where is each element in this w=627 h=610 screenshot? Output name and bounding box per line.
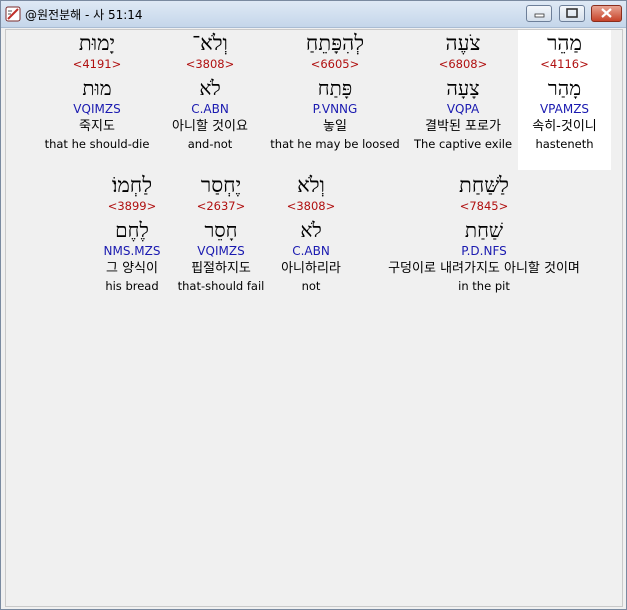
strong-number[interactable]: <4191> [41,56,153,72]
english-gloss: that he may be loosed [270,137,400,151]
hebrew-lemma: שַׁחַת [464,218,504,242]
word-cell[interactable]: יֶחְסַר <2637> חָסֵר VQIMZS 핍절하지도 that-s… [174,172,268,312]
word-cell[interactable]: וְלֹא <3808> לֹא C.ABN 아니하리라 not [268,172,354,312]
english-gloss: The captive exile [413,137,513,151]
morphology-code[interactable]: VQPA [408,101,518,117]
strong-number[interactable]: <2637> [174,198,268,214]
word-cell[interactable]: לַשַּׁחַת <7845> שַׁחַת P.D.NFS 구덩이로 내려가… [359,172,609,312]
hebrew-word: לְהִפָּתֵחַ [305,31,365,55]
word-cell[interactable]: יָמוּת <4191> מוּת VQIMZS 죽지도 that he sh… [41,30,153,170]
close-icon [601,8,612,18]
korean-gloss: 아니할 것이요 [172,119,248,134]
hebrew-lemma: לֹא [300,218,322,242]
hebrew-lemma: פָּתַח [317,76,353,100]
korean-gloss: 아니하리라 [281,261,341,276]
word-cell[interactable]: לְהִפָּתֵחַ <6605> פָּתַח P.VNNG 놓일 that… [266,30,404,170]
window-title: @원전분해 - 사 51:14 [25,8,143,22]
korean-gloss: 그 양식이 [106,261,158,276]
title-bar[interactable]: @원전분해 - 사 51:14 [1,1,626,28]
minimize-icon [534,13,545,18]
morphology-code[interactable]: C.ABN [160,101,260,117]
strong-number[interactable]: <6605> [266,56,404,72]
morphology-code[interactable]: VPAMZS [518,101,611,117]
english-gloss: not [301,279,321,293]
strong-number[interactable]: <6808> [408,56,518,72]
close-button[interactable] [591,5,622,22]
english-gloss: hasteneth [535,137,594,151]
hebrew-word: יָמוּת [78,31,116,55]
word-cell[interactable]: וְלֹא־ <3808> לֹא C.ABN 아니할 것이요 and-not [160,30,260,170]
english-gloss: his bread [105,279,159,293]
morphology-code[interactable]: NMS.MZS [92,243,172,259]
hebrew-lemma: חָסֵר [204,218,238,242]
morphology-code[interactable]: C.ABN [268,243,354,259]
scroll-pen-icon [5,6,21,22]
korean-gloss: 결박된 포로가 [425,119,501,134]
english-gloss: that he should-die [44,137,150,151]
korean-gloss: 죽지도 [79,119,115,134]
english-gloss: and-not [187,137,233,151]
morphology-code[interactable]: VQIMZS [174,243,268,259]
strong-number[interactable]: <4116> [518,56,611,72]
hebrew-word: יֶחְסַר [200,173,242,197]
strong-number[interactable]: <3899> [92,198,172,214]
english-gloss: that-should fail [177,279,265,293]
hebrew-word: מַהֵר [547,31,582,55]
korean-gloss: 속히-것이니 [532,119,597,134]
korean-gloss: 구덩이로 내려가지도 아니할 것이며 [388,261,580,276]
maximize-button[interactable] [559,5,585,22]
hebrew-lemma: צָעָה [446,76,480,100]
app-window: @원전분해 - 사 51:14 מַהֵר <4116> מָהַר VPAMZ… [0,0,627,610]
maximize-icon [566,8,578,18]
strong-number[interactable]: <3808> [268,198,354,214]
korean-gloss: 핍절하지도 [191,261,251,276]
hebrew-lemma: לֹא [199,76,221,100]
morphology-code[interactable]: P.D.NFS [359,243,609,259]
hebrew-lemma: מוּת [82,76,112,100]
hebrew-lemma: מָהַר [547,76,582,100]
korean-gloss: 놓일 [323,119,347,134]
hebrew-word: לַשַּׁחַת [459,173,509,197]
interlinear-panel: מַהֵר <4116> מָהַר VPAMZS 속히-것이니 hastene… [5,29,623,607]
hebrew-word: לַחְמוֹ׃ [111,173,153,197]
strong-number[interactable]: <3808> [160,56,260,72]
hebrew-word: צֹעֶה [445,31,481,55]
hebrew-word: וְלֹא־ [192,31,228,55]
morphology-code[interactable]: VQIMZS [41,101,153,117]
word-cell[interactable]: לַחְמוֹ׃ <3899> לֶחֶם NMS.MZS 그 양식이 his … [92,172,172,312]
minimize-button[interactable] [526,5,552,22]
hebrew-word: וְלֹא [297,173,325,197]
english-gloss: in the pit [458,279,510,293]
strong-number[interactable]: <7845> [359,198,609,214]
morphology-code[interactable]: P.VNNG [266,101,404,117]
word-cell[interactable]: מַהֵר <4116> מָהַר VPAMZS 속히-것이니 hastene… [518,30,611,170]
hebrew-lemma: לֶחֶם [115,218,149,242]
word-cell[interactable]: צֹעֶה <6808> צָעָה VQPA 결박된 포로가 The capt… [408,30,518,170]
